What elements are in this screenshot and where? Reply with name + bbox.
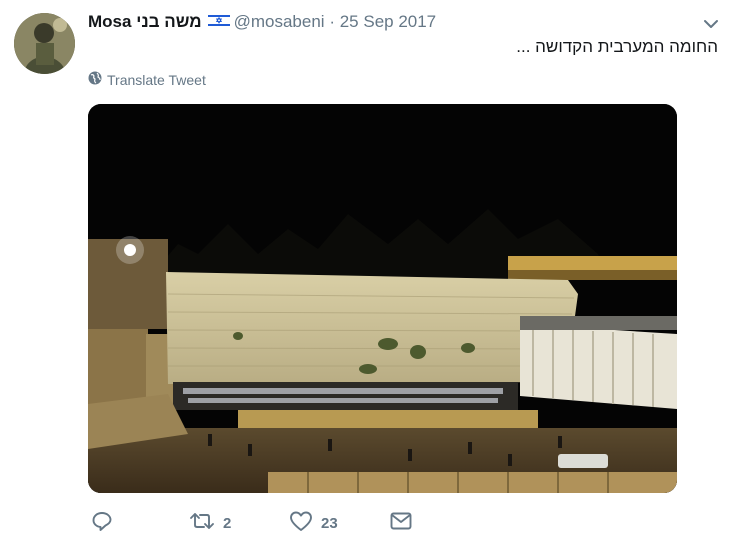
author-avatar[interactable] [14,13,75,74]
reply-icon [91,510,113,536]
tweet-date[interactable]: 25 Sep 2017 [340,12,436,31]
tweet-text: החומה המערבית הקדושה ... [516,37,718,56]
globe-icon [88,70,107,90]
author-handle[interactable]: @mosabeni [234,12,325,31]
tweet-photo[interactable] [88,104,677,493]
translate-label: Translate Tweet [107,72,206,88]
author-name[interactable]: Mosa משה בני [88,12,202,31]
like-count: 23 [321,514,338,532]
tweet-actions: 2 23 [88,506,648,540]
header-separator: · [329,12,335,31]
heart-icon [289,510,313,536]
reply-button[interactable] [91,506,121,540]
envelope-icon [389,510,413,536]
retweet-button[interactable]: 2 [189,506,231,540]
translate-tweet-link[interactable]: Translate Tweet [88,70,206,90]
western-wall-night-photo [88,104,677,493]
tweet-header: Mosa משה בני @mosabeni · 25 Sep 2017 [88,10,674,34]
retweet-count: 2 [223,514,232,532]
israel-flag-icon [207,11,230,35]
direct-message-button[interactable] [389,506,413,540]
chevron-down-icon[interactable] [701,14,721,34]
retweet-icon [189,510,215,536]
like-button[interactable]: 23 [289,506,338,540]
